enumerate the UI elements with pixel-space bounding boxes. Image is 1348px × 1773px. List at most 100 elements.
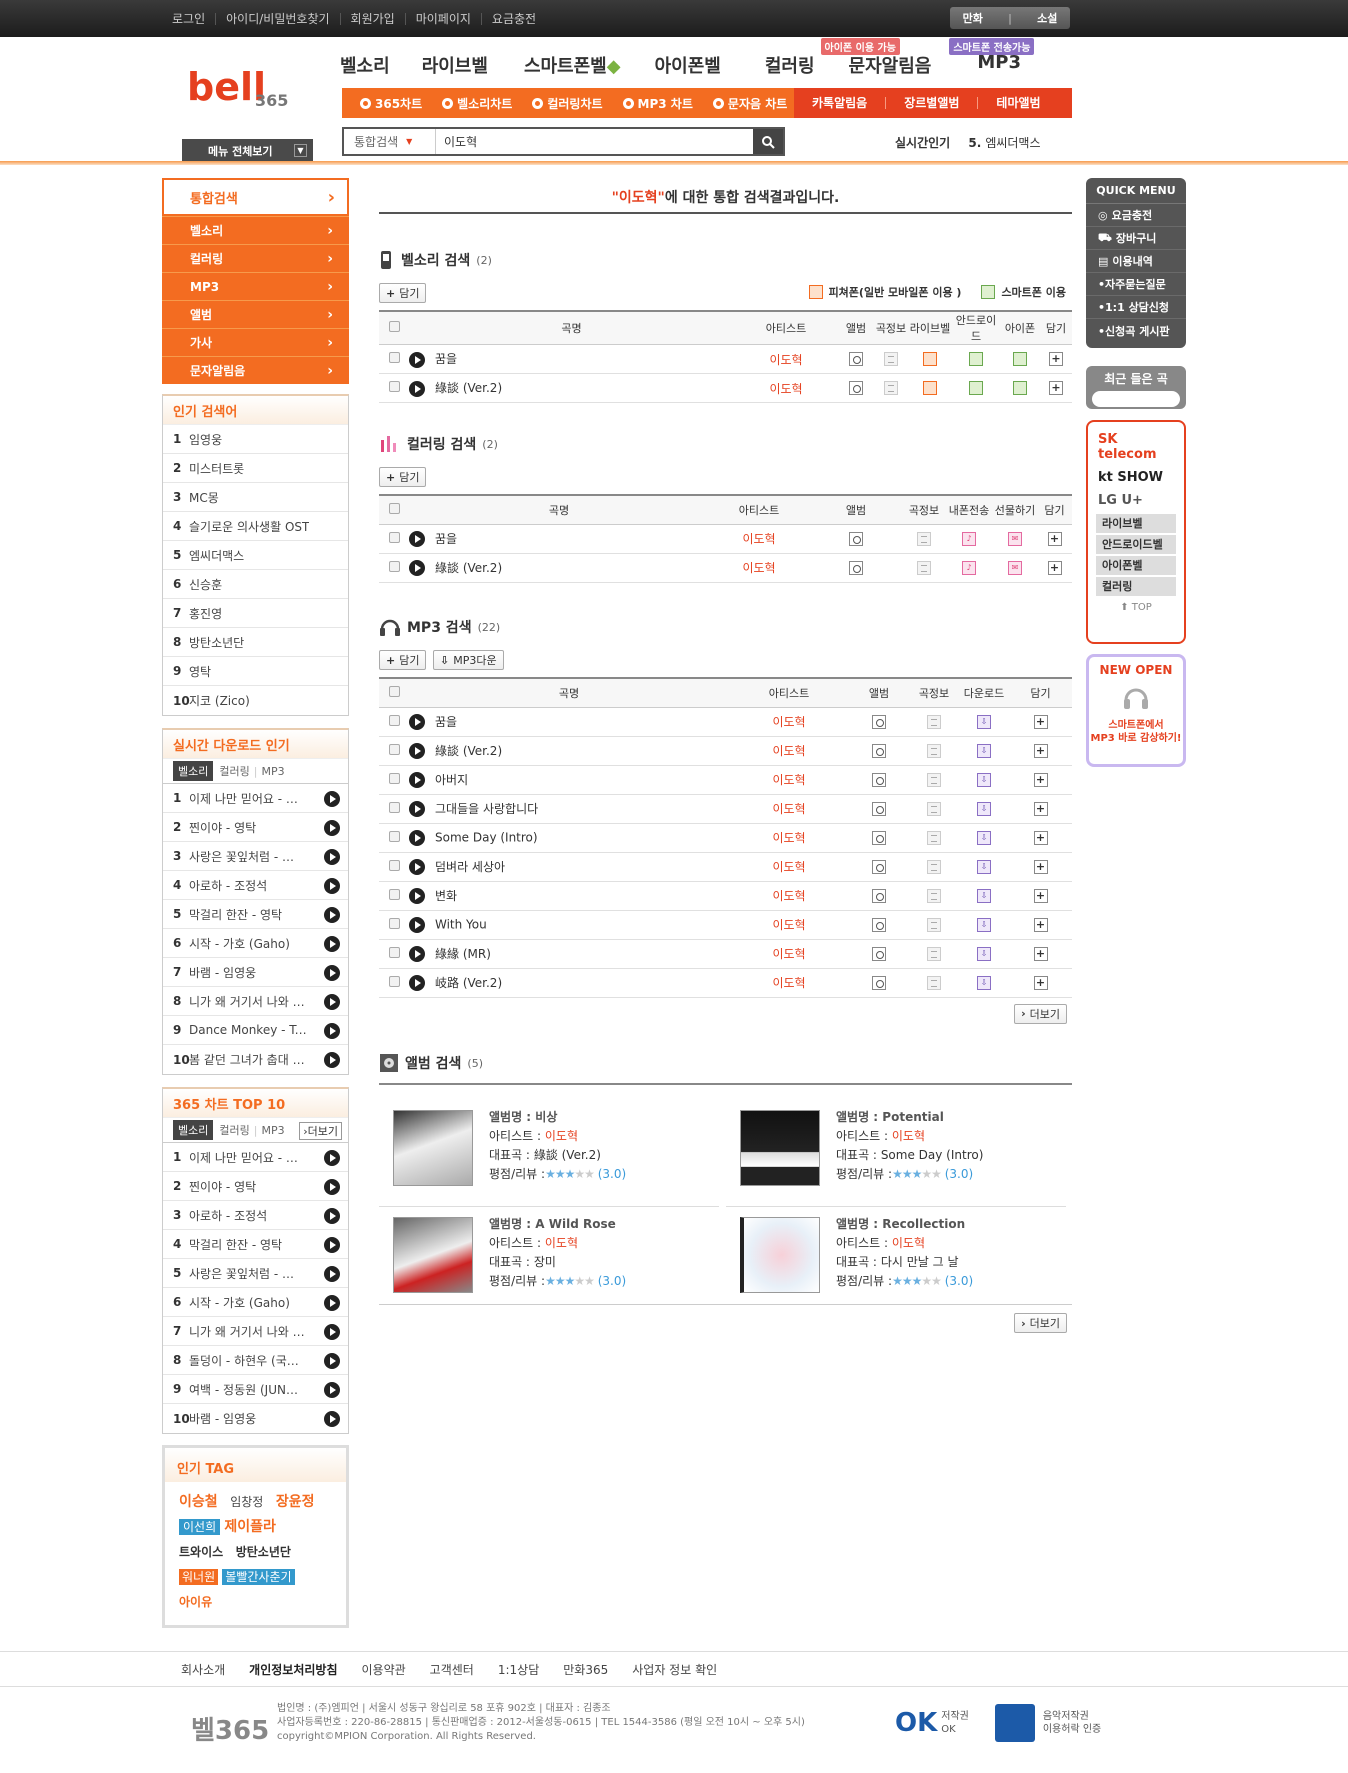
album-artist[interactable]: 이도혁 — [892, 1129, 925, 1143]
list-item[interactable]: 4 막걸리 한잔 - 영탁 — [163, 1230, 348, 1259]
album-icon[interactable] — [849, 352, 863, 367]
nav-sms[interactable]: 문자알림음 아이폰 이용 가능 — [820, 38, 931, 78]
play-icon[interactable] — [409, 916, 425, 933]
play-icon[interactable] — [409, 560, 425, 577]
download-icon[interactable]: ⇩ — [977, 888, 991, 903]
row-checkbox[interactable] — [388, 888, 400, 900]
select-all-checkbox[interactable] — [388, 321, 400, 332]
quick-cart[interactable]: ⛟ 장바구니 — [1086, 227, 1186, 250]
play-icon[interactable] — [324, 1150, 340, 1166]
info-icon[interactable] — [927, 946, 941, 961]
left-nav-mp3[interactable]: MP3 — [162, 272, 349, 300]
list-item[interactable]: 10 지코 (Zico) — [163, 686, 348, 715]
album-card[interactable]: 앨범명 : A Wild Rose 아티스트 : 이도혁 대표곡 : 장미 평점… — [379, 1206, 719, 1296]
album-icon[interactable] — [872, 714, 886, 729]
nav-smartbell[interactable]: 스마트폰벨◆ — [524, 52, 621, 78]
list-item[interactable]: 5 사랑은 꽃잎처럼 - … — [163, 1259, 348, 1288]
list-item[interactable]: 9 여백 - 정동원 (JUN… — [163, 1375, 348, 1404]
list-item[interactable]: 1 임영웅 — [163, 425, 348, 454]
download-icon[interactable]: ⇩ — [977, 714, 991, 729]
play-icon[interactable] — [324, 1411, 340, 1427]
login-link[interactable]: 로그인 — [172, 13, 215, 25]
play-icon[interactable] — [324, 1208, 340, 1224]
download-icon[interactable]: ⇩ — [977, 917, 991, 932]
play-icon[interactable] — [324, 936, 340, 952]
album-more-button[interactable]: › 더보기 — [1014, 1313, 1067, 1333]
album-icon[interactable] — [872, 975, 886, 990]
play-icon[interactable] — [409, 714, 425, 731]
quick-history[interactable]: ▤ 이용내역 — [1086, 250, 1186, 273]
chart-365[interactable]: 365차트 — [360, 95, 422, 112]
add-icon[interactable] — [1033, 801, 1048, 816]
android-icon[interactable] — [969, 352, 983, 367]
list-item[interactable]: 1 이제 나만 믿어요 - … — [163, 784, 348, 813]
recent-played[interactable]: 최근 들은 곡 — [1086, 366, 1186, 409]
footer-about[interactable]: 회사소개 — [181, 1661, 225, 1678]
theme-album-link[interactable]: 테마앨범 — [977, 97, 1058, 109]
tag-item[interactable]: 워너원 — [179, 1569, 219, 1585]
play-icon[interactable] — [409, 801, 425, 818]
album-icon[interactable] — [872, 888, 886, 903]
row-checkbox[interactable] — [388, 352, 400, 363]
play-icon[interactable] — [409, 380, 425, 397]
list-item[interactable]: 6 시작 - 가호 (Gaho) — [163, 929, 348, 958]
search-category-select[interactable]: 통합검색 ▼ — [344, 129, 436, 154]
gift-icon[interactable]: ✉ — [1008, 560, 1022, 575]
row-checkbox[interactable] — [388, 830, 400, 842]
nav-coloring[interactable]: 컬러링 — [765, 52, 815, 78]
row-checkbox[interactable] — [388, 975, 400, 987]
song-title[interactable]: 綠談 (Ver.2) — [435, 744, 502, 758]
play-icon[interactable] — [324, 1382, 340, 1398]
play-icon[interactable] — [324, 965, 340, 981]
search-input[interactable]: 이도혁 — [436, 133, 753, 150]
album-icon[interactable] — [849, 531, 863, 546]
album-cover[interactable] — [740, 1217, 820, 1293]
chart-sms[interactable]: 문자음 차트 — [712, 95, 787, 112]
tag-item[interactable]: 제이플라 — [224, 1519, 276, 1535]
song-title[interactable]: 변화 — [435, 889, 457, 903]
album-icon[interactable] — [872, 801, 886, 816]
artist-link[interactable]: 이도혁 — [769, 382, 802, 396]
album-icon[interactable] — [872, 946, 886, 961]
tab-bell[interactable]: 벨소리 — [173, 1120, 214, 1140]
chart-mp3[interactable]: MP3 차트 — [622, 95, 693, 112]
nav-mp3[interactable]: MP3 스마트폰 전송가능 — [949, 38, 1035, 78]
nav-iphonebell[interactable]: 아이폰벨 — [655, 52, 721, 78]
list-item[interactable]: 5 막걸리 한잔 - 영탁 — [163, 900, 348, 929]
song-title[interactable]: 綠緣 (MR) — [435, 947, 491, 961]
play-icon[interactable] — [324, 1266, 340, 1282]
add-icon[interactable] — [1033, 888, 1048, 903]
footer-privacy[interactable]: 개인정보처리방침 — [249, 1661, 337, 1678]
artist-link[interactable]: 이도혁 — [742, 532, 775, 546]
song-title[interactable]: With You — [435, 917, 487, 931]
song-title[interactable]: 綠談 (Ver.2) — [435, 561, 502, 575]
list-item[interactable]: 7 바램 - 임영웅 — [163, 958, 348, 987]
chart-coloring[interactable]: 컬러링차트 — [532, 95, 603, 112]
album-card[interactable]: 앨범명 : Recollection 아티스트 : 이도혁 대표곡 : 다시 만… — [726, 1206, 1066, 1296]
list-item[interactable]: 5 엠씨더맥스 — [163, 541, 348, 570]
row-checkbox[interactable] — [388, 560, 400, 572]
iphone-icon[interactable] — [1013, 381, 1027, 396]
play-icon[interactable] — [324, 1237, 340, 1253]
info-icon[interactable] — [927, 772, 941, 787]
album-icon[interactable] — [872, 772, 886, 787]
info-icon[interactable] — [927, 917, 941, 932]
list-item[interactable]: 6 시작 - 가호 (Gaho) — [163, 1288, 348, 1317]
list-item[interactable]: 4 아로하 - 조정석 — [163, 871, 348, 900]
list-item[interactable]: 3 MC몽 — [163, 483, 348, 512]
tag-item[interactable]: 방탄소년단 — [236, 1545, 291, 1559]
list-item[interactable]: 4 슬기로운 의사생활 OST — [163, 512, 348, 541]
info-icon[interactable] — [917, 531, 931, 546]
album-name[interactable]: 비상 — [535, 1110, 557, 1124]
signup-link[interactable]: 회원가입 — [339, 12, 405, 25]
add-icon[interactable] — [1033, 772, 1048, 787]
add-icon[interactable] — [1049, 381, 1063, 396]
left-nav-bell[interactable]: 벨소리 — [162, 216, 349, 244]
artist-link[interactable]: 이도혁 — [772, 715, 805, 729]
album-card[interactable]: 앨범명 : Potential 아티스트 : 이도혁 대표곡 : Some Da… — [726, 1100, 1066, 1190]
row-checkbox[interactable] — [388, 381, 400, 392]
left-nav-lyrics[interactable]: 가사 — [162, 328, 349, 356]
nav-bell[interactable]: 벨소리 — [340, 52, 390, 78]
album-icon[interactable] — [872, 917, 886, 932]
add-icon[interactable] — [1033, 714, 1048, 729]
